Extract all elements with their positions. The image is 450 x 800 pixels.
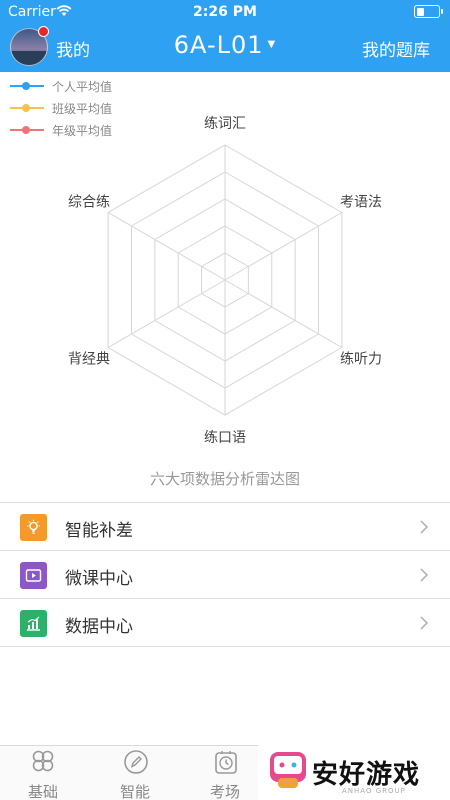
radar-axis-label: 综合练 bbox=[68, 195, 110, 211]
watermark-subtext: ANHAO GROUP bbox=[342, 787, 406, 795]
radar-spoke bbox=[107, 279, 226, 348]
radar-spoke bbox=[224, 279, 343, 348]
legend-item-personal: 个人平均值 bbox=[10, 78, 170, 100]
pencil-circle-icon bbox=[124, 750, 148, 774]
menu-item-micro-course[interactable]: 微课中心 bbox=[0, 551, 450, 599]
video-icon bbox=[20, 562, 47, 589]
radar-axis-label: 背经典 bbox=[68, 352, 110, 368]
menu-item-data-center[interactable]: 数据中心 bbox=[0, 599, 450, 647]
nav-bar: 我的 6A-L01 ▼ 我的题库 bbox=[0, 24, 450, 72]
radar-axis-label: 考语法 bbox=[340, 195, 382, 211]
chevron-right-icon bbox=[420, 568, 429, 582]
tab-smart[interactable]: 智能 bbox=[105, 746, 165, 800]
feature-menu: 智能补差 微课中心 数据中心 bbox=[0, 503, 450, 647]
lightbulb-icon bbox=[20, 514, 47, 541]
radar-spoke bbox=[224, 212, 343, 281]
menu-item-label: 数据中心 bbox=[65, 617, 133, 637]
tab-basics[interactable]: 基础 bbox=[13, 746, 73, 800]
clock-icon bbox=[215, 751, 237, 774]
radar-caption: 六大项数据分析雷达图 bbox=[149, 470, 300, 488]
bar-chart-icon bbox=[20, 610, 47, 637]
watermark: 安好游戏 ANHAO GROUP bbox=[258, 740, 450, 800]
caret-down-icon: ▼ bbox=[267, 38, 277, 50]
radar-axis-label: 练词汇 bbox=[204, 116, 246, 132]
my-question-bank-link[interactable]: 我的题库 bbox=[362, 36, 430, 61]
status-bar: Carrier 2:26 PM bbox=[0, 0, 450, 24]
chevron-right-icon bbox=[420, 520, 429, 534]
page-title: 6A-L01 bbox=[173, 31, 264, 59]
tab-exam[interactable]: 考场 bbox=[195, 746, 255, 800]
radar-spoke bbox=[107, 212, 226, 281]
app-header: Carrier 2:26 PM 我的 6A-L01 ▼ 我的题库 bbox=[0, 0, 450, 72]
tab-label: 考场 bbox=[209, 783, 240, 800]
tab-label: 基础 bbox=[27, 783, 58, 800]
menu-item-label: 智能补差 bbox=[65, 521, 133, 541]
battery-icon bbox=[414, 5, 443, 18]
tab-label: 智能 bbox=[119, 783, 150, 800]
status-time: 2:26 PM bbox=[193, 4, 257, 20]
watermark-text: 安好游戏 bbox=[312, 760, 421, 790]
chevron-right-icon bbox=[420, 616, 429, 630]
radar-axis-label: 练口语 bbox=[204, 430, 246, 446]
legend-dot-icon bbox=[22, 82, 30, 90]
menu-item-label: 微课中心 bbox=[65, 569, 133, 589]
radar-axis-label: 练听力 bbox=[340, 352, 382, 368]
gamepad-logo-icon bbox=[270, 752, 306, 788]
legend-label: 个人平均值 bbox=[52, 80, 113, 94]
radar-chart: 练词汇考语法练听力练口语 背经典 综合练 bbox=[68, 116, 382, 446]
clover-icon bbox=[32, 750, 54, 772]
menu-item-smart-remedy[interactable]: 智能补差 bbox=[0, 503, 450, 551]
